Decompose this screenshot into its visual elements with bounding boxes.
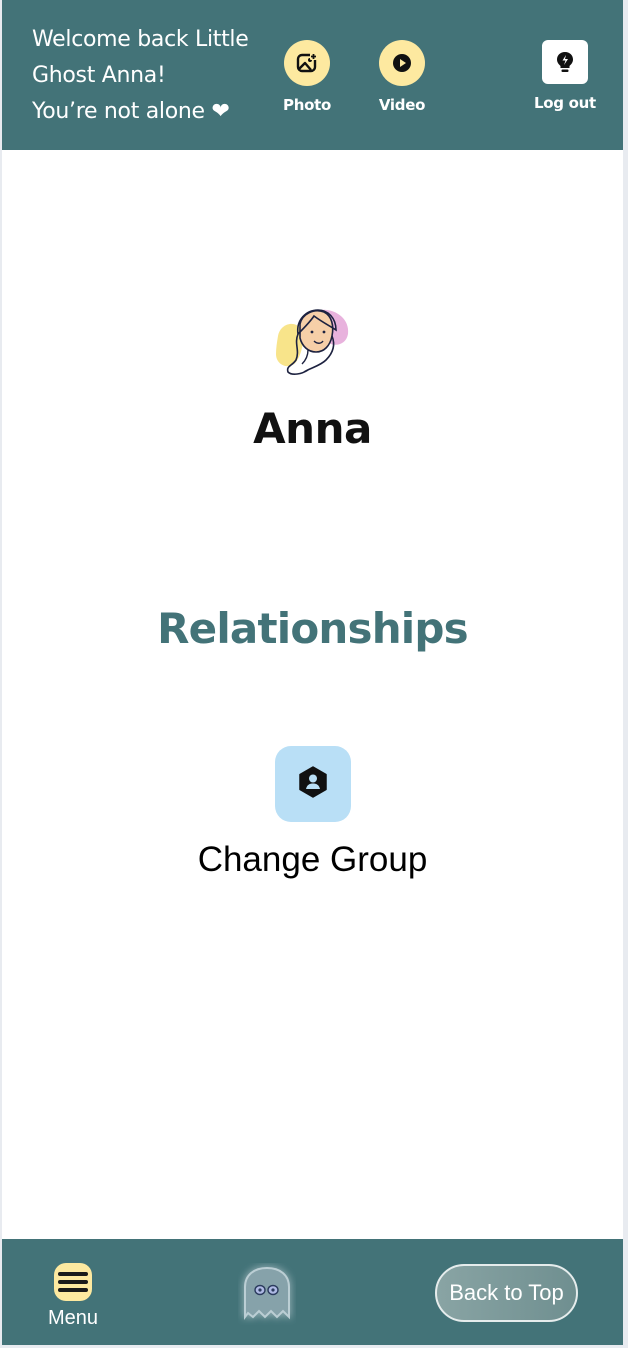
menu-label: Menu [47,1307,99,1329]
ghost-icon[interactable] [238,1263,296,1325]
header-bar: Welcome back Little Ghost Anna! You’re n… [2,0,623,150]
video-label: Video [378,96,426,114]
relationships-title: Relationships [157,604,469,653]
menu-button[interactable]: Menu [42,1263,104,1333]
play-icon [379,40,425,86]
logout-label: Log out [534,94,596,112]
profile-name: Anna [253,404,372,453]
photo-button[interactable]: Photo [272,40,342,116]
welcome-line-1: Welcome back Little [32,27,249,52]
lightbulb-icon [542,40,588,84]
image-icon [284,40,330,86]
welcome-line-2: Ghost Anna! [32,63,166,88]
app-frame: Welcome back Little Ghost Anna! You’re n… [2,0,623,1345]
video-button[interactable]: Video [367,40,437,116]
logout-button[interactable]: Log out [530,40,600,116]
change-group-label[interactable]: Change Group [2,840,623,880]
change-group-button[interactable] [275,746,351,822]
avatar [270,304,354,378]
welcome-line-3: You’re not alone ❤ [32,99,230,124]
bottom-bar: Menu Back to Top [2,1239,623,1345]
hamburger-icon [54,1263,92,1301]
welcome-message: Welcome back Little Ghost Anna! You’re n… [32,22,282,130]
back-to-top-button[interactable]: Back to Top [435,1264,578,1322]
photo-label: Photo [283,96,331,114]
user-hexagon-icon [298,765,328,803]
